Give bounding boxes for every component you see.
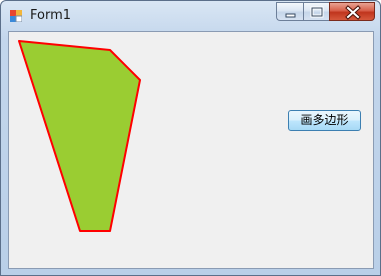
window-title: Form1 <box>30 8 72 23</box>
close-button[interactable] <box>329 2 375 21</box>
form-app-icon <box>10 10 22 22</box>
minimize-icon <box>285 13 296 18</box>
form-window: Form1 画多边形 <box>0 0 381 276</box>
drawn-polygon <box>18 40 141 232</box>
minimize-button[interactable] <box>276 2 303 21</box>
close-icon <box>345 5 361 20</box>
caption-buttons <box>276 2 375 21</box>
title-bar[interactable]: Form1 <box>1 1 380 31</box>
maximize-button[interactable] <box>303 2 329 21</box>
maximize-icon <box>310 6 324 18</box>
drawing-canvas <box>18 40 141 232</box>
draw-polygon-button[interactable]: 画多边形 <box>288 110 361 131</box>
form-client-area: 画多边形 <box>8 31 374 269</box>
